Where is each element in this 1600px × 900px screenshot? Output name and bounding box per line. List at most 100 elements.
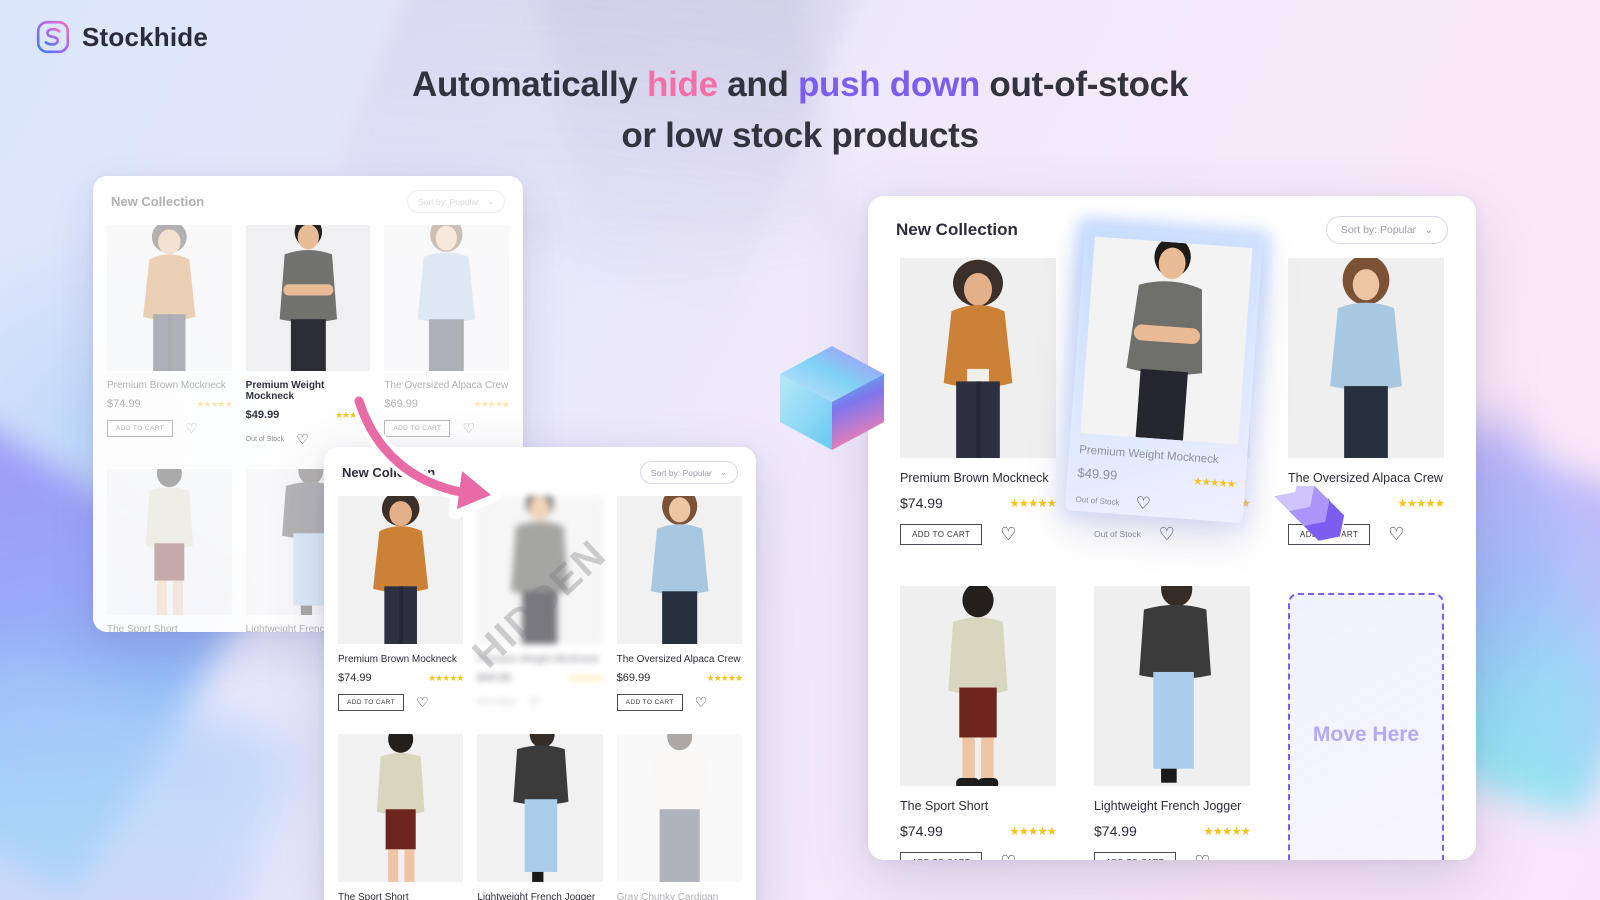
- product-card[interactable]: The Sport Short: [338, 734, 464, 900]
- panel-b-grid-row-1: Premium Brown Mockneck $74.99 ★★★★★ ADD …: [324, 494, 756, 712]
- chevron-down-icon: ⌄: [1424, 224, 1433, 236]
- heart-icon[interactable]: ♡: [1000, 524, 1016, 545]
- product-card[interactable]: The Sport Short $74.99 ★★★★★ ADD TO CART…: [107, 469, 232, 632]
- product-card[interactable]: Gray Chunky Cardigan: [616, 734, 742, 900]
- panel-b-sort-dropdown[interactable]: Sort by: Popular ⌄: [639, 461, 738, 484]
- heart-icon[interactable]: ♡: [1388, 524, 1404, 545]
- pink-curved-arrow-icon: [350, 392, 502, 520]
- product-name: Premium Brown Mockneck: [107, 380, 226, 391]
- heart-icon[interactable]: ♡: [296, 431, 309, 448]
- headline-part-3: out-of-stock: [979, 65, 1188, 104]
- product-price: $74.99: [900, 495, 943, 511]
- product-price-row: $74.99 ★★★★★: [107, 398, 233, 410]
- panel-a-title: New Collection: [111, 194, 205, 209]
- panel-a-header: New Collection Sort by: Popular ⌄: [93, 176, 523, 221]
- product-image: [900, 258, 1056, 458]
- chevron-down-icon: ⌄: [486, 196, 494, 206]
- heart-icon[interactable]: ♡: [1000, 852, 1016, 861]
- product-price-row: $69.99 ★★★★★: [616, 672, 743, 684]
- heart-icon[interactable]: ♡: [416, 694, 429, 711]
- chevron-down-icon: ⌄: [719, 467, 727, 477]
- product-actions: ADD TO CART ♡: [107, 418, 232, 438]
- add-to-cart-button[interactable]: ADD TO CART: [616, 693, 683, 711]
- product-card[interactable]: Lightweight French Jogger: [477, 734, 603, 900]
- product-rating-stars: ★★★★★: [196, 398, 232, 409]
- panel-c-grid-row-2: The Sport Short $74.99 ★★★★★ ADD TO CART…: [868, 576, 1476, 860]
- product-rating-stars: ★★★★★: [427, 672, 464, 683]
- product-price: $69.99: [616, 672, 651, 684]
- heart-icon[interactable]: ♡: [528, 694, 541, 711]
- panel-b-sort-label: Sort by: Popular: [650, 467, 712, 478]
- product-card[interactable]: The Oversized Alpaca Crew $69.99 ★★★★★ A…: [616, 496, 743, 712]
- product-name: Lightweight French Jogger: [1094, 799, 1242, 813]
- drop-zone-move-here[interactable]: Move Here: [1288, 593, 1444, 860]
- product-rating-stars: ★★★★★: [1009, 498, 1057, 510]
- out-of-stock-label: Out of Stock: [1094, 529, 1141, 539]
- product-rating-stars: ★★★★★: [1009, 826, 1057, 838]
- add-to-cart-button[interactable]: ADD TO CART: [1094, 851, 1177, 860]
- heart-icon[interactable]: ♡: [185, 420, 198, 437]
- product-actions: ADD TO CART ♡: [900, 522, 1056, 546]
- product-image: [616, 496, 742, 644]
- product-card[interactable]: Premium Brown Mockneck $74.99 ★★★★★ ADD …: [338, 496, 464, 712]
- headline-part-2: and: [717, 65, 798, 104]
- product-name: Premium Brown Mockneck: [338, 654, 457, 665]
- product-actions: ADD TO CART ♡: [616, 692, 742, 712]
- add-to-cart-button[interactable]: ADD TO CART: [107, 419, 174, 437]
- product-rating-stars: ★★★★★: [1397, 498, 1445, 510]
- product-card[interactable]: Premium Brown Mockneck $74.99 ★★★★★ ADD …: [900, 258, 1057, 546]
- brand-logo[interactable]: Stockhide: [36, 20, 208, 54]
- product-price: $49.99: [1077, 464, 1118, 483]
- product-price: $74.99: [1094, 823, 1137, 839]
- product-image: [245, 225, 371, 371]
- product-rating-stars: ★★★★★: [567, 672, 603, 683]
- product-image: [1094, 586, 1250, 786]
- headline-pushdown-word: push down: [797, 65, 980, 104]
- background-cube-bottom-left-2: [0, 647, 299, 900]
- heart-icon[interactable]: ♡: [695, 694, 708, 711]
- product-price-row: $74.99 ★★★★★: [900, 823, 1057, 839]
- product-price: $74.99: [338, 672, 372, 684]
- heart-icon[interactable]: ♡: [1135, 493, 1152, 514]
- headline-part-1: Automatically: [412, 65, 648, 104]
- product-name: The Sport Short: [107, 624, 178, 632]
- product-image: [338, 734, 464, 882]
- product-card-hidden[interactable]: Premium Weight Mockneck $49.99 ★★★★★ Out…: [464, 496, 615, 712]
- product-price: $49.99: [245, 409, 280, 421]
- panel-c-sort-label: Sort by: Popular: [1340, 224, 1417, 236]
- dragged-product-card[interactable]: Premium Weight Mockneck $49.99 ★★★★★ Out…: [1055, 216, 1273, 533]
- gradient-cube-illustration: [780, 346, 884, 450]
- panel-c-sort-dropdown[interactable]: Sort by: Popular ⌄: [1325, 216, 1448, 244]
- panel-c-title: New Collection: [896, 220, 1018, 239]
- product-name: The Oversized Alpaca Crew: [616, 654, 741, 665]
- panel-b-grid-row-2: The Sport Short Lightweight French Jogge…: [324, 732, 756, 900]
- headline-line-2: or low stock products: [621, 115, 979, 155]
- product-rating-stars: ★★★★★: [1192, 474, 1236, 490]
- add-to-cart-button[interactable]: ADD TO CART: [900, 851, 983, 860]
- add-to-cart-button[interactable]: ADD TO CART: [338, 693, 405, 711]
- product-actions: ADD TO CART ♡: [900, 850, 1056, 860]
- add-to-cart-button[interactable]: ADD TO CART: [900, 523, 983, 545]
- product-card[interactable]: The Sport Short $74.99 ★★★★★ ADD TO CART…: [900, 586, 1057, 860]
- panel-a-sort-label: Sort by: Popular: [417, 196, 479, 207]
- product-name: Gray Chunky Cardigan: [616, 892, 719, 900]
- panel-a-sort-dropdown[interactable]: Sort by: Popular ⌄: [406, 190, 505, 213]
- product-card[interactable]: Premium Brown Mockneck $74.99 ★★★★★ ADD …: [107, 225, 233, 449]
- product-image: [477, 734, 603, 882]
- heart-icon[interactable]: ♡: [1194, 852, 1210, 861]
- headline-hide-word: hide: [647, 65, 718, 104]
- product-image: [616, 734, 742, 882]
- product-image: [1080, 236, 1253, 445]
- product-price-row: $49.99 ★★★★★: [477, 672, 603, 684]
- product-name: Lightweight French Jogger: [477, 892, 596, 900]
- product-image: [900, 586, 1056, 786]
- purple-chevron-arrows-icon: [1274, 486, 1346, 543]
- product-card[interactable]: Lightweight French Jogger $74.99 ★★★★★ A…: [1094, 586, 1251, 861]
- product-name: The Oversized Alpaca Crew: [1288, 471, 1443, 485]
- product-price-row: $74.99 ★★★★★: [900, 495, 1057, 511]
- brand-name: Stockhide: [82, 21, 209, 52]
- product-rating-stars: ★★★★★: [1203, 826, 1251, 838]
- product-price-row: $74.99 ★★★★★: [1094, 823, 1251, 839]
- product-name: Premium Brown Mockneck: [900, 471, 1049, 485]
- product-image: [107, 225, 232, 371]
